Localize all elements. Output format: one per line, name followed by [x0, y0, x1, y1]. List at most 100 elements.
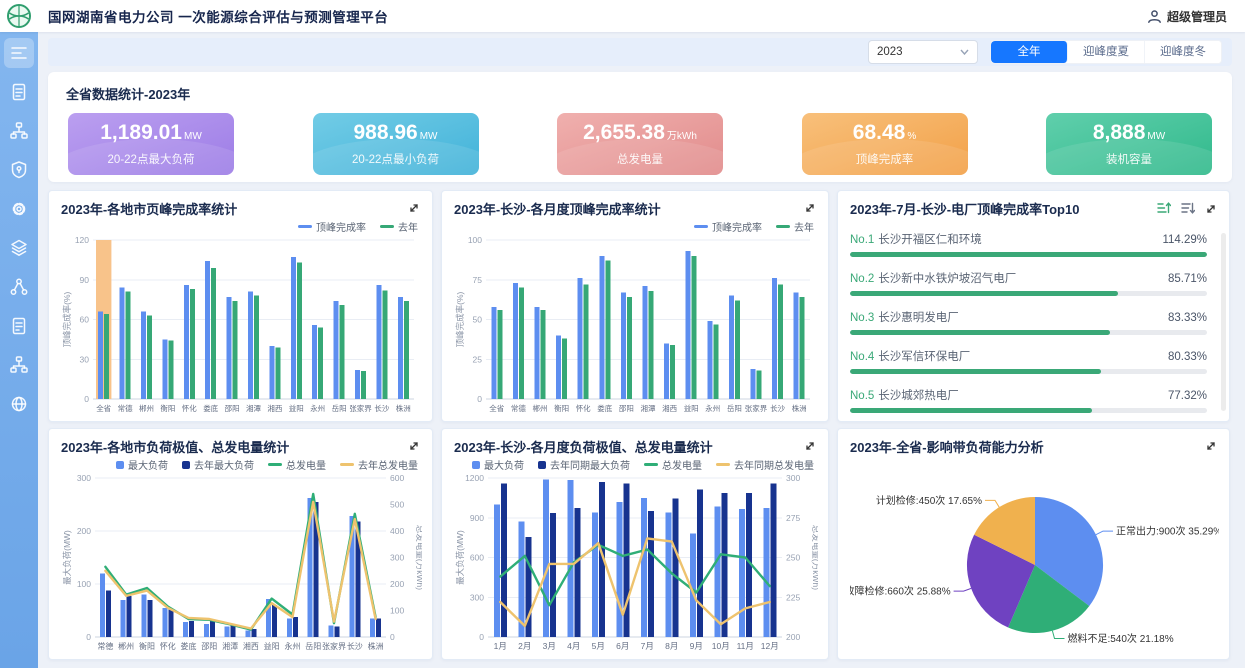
sidebar-item-document[interactable] — [4, 77, 34, 107]
legend-label: 最大负荷 — [128, 457, 168, 472]
legend-item[interactable]: 去年总发电量 — [340, 457, 418, 472]
chevron-down-icon — [960, 49, 969, 55]
svg-text:常德: 常德 — [97, 641, 113, 651]
expand-icon[interactable] — [1205, 202, 1217, 220]
svg-text:张家界: 张家界 — [349, 403, 372, 413]
top10-rank: No.5 — [850, 390, 874, 402]
stat-unit: MW — [184, 131, 202, 142]
season-tab-0[interactable]: 全年 — [991, 41, 1068, 63]
svg-text:3月: 3月 — [543, 641, 556, 651]
sort-ascending-icon[interactable] — [1157, 201, 1171, 220]
sort-descending-icon[interactable] — [1181, 201, 1195, 220]
chart-title: 2023年-各地市页峰完成率统计 — [61, 199, 420, 218]
top10-plant-name: 长沙军信环保电厂 — [878, 348, 1168, 364]
svg-text:岳阳: 岳阳 — [727, 403, 742, 413]
sidebar-item-report[interactable] — [4, 311, 34, 341]
report-icon — [8, 315, 30, 337]
legend-marker — [644, 463, 658, 466]
legend-item[interactable]: 总发电量 — [644, 457, 702, 472]
combo-chart-city-load: 0100200300常德郴州衡阳怀化娄底邵阳湘潭湘西益阳永州岳阳张家界长沙株洲最… — [61, 472, 420, 657]
stat-label: 总发电量 — [557, 151, 723, 167]
app-header: 国网湖南省电力公司 一次能源综合评估与预测管理平台 超级管理员 — [0, 0, 1245, 32]
legend-label: 顶峰完成率 — [712, 219, 762, 234]
stat-label: 20-22点最大负荷 — [68, 151, 234, 167]
sitemap-icon — [8, 120, 30, 142]
legend-item[interactable]: 最大负荷 — [472, 457, 524, 472]
page-title: 国网湖南省电力公司 一次能源综合评估与预测管理平台 — [48, 6, 388, 26]
legend-marker — [268, 463, 282, 466]
svg-text:常德: 常德 — [511, 403, 526, 413]
top10-percent: 77.32% — [1168, 390, 1207, 402]
stat-card-4: 8,888MW装机容量 — [1046, 113, 1212, 175]
sidebar-nav — [0, 32, 38, 668]
user-menu[interactable]: 超级管理员 — [1147, 8, 1227, 25]
legend-item[interactable]: 去年同期最大负荷 — [538, 457, 630, 472]
chart-title: 2023年-长沙-各月度顶峰完成率统计 — [454, 199, 816, 218]
scrollbar[interactable] — [1221, 233, 1226, 411]
svg-text:长沙: 长沙 — [374, 403, 389, 413]
sidebar-item-shield[interactable] — [4, 155, 34, 185]
expand-icon[interactable] — [804, 439, 816, 457]
svg-text:计划检修:450次 17.65%: 计划检修:450次 17.65% — [876, 494, 982, 507]
legend-item[interactable]: 最大负荷 — [116, 457, 168, 472]
svg-text:4月: 4月 — [567, 641, 580, 651]
legend-item[interactable]: 顶峰完成率 — [694, 219, 762, 234]
legend-item[interactable]: 总发电量 — [268, 457, 326, 472]
top10-card: 2023年-7月-长沙-电厂顶峰完成率Top10 No.1长沙开福区仁和环境11… — [837, 190, 1230, 422]
legend-item[interactable]: 顶峰完成率 — [298, 219, 366, 234]
svg-text:长沙: 长沙 — [770, 403, 786, 413]
sidebar-item-menu[interactable] — [4, 38, 34, 68]
sidebar-item-globe[interactable] — [4, 389, 34, 419]
svg-text:7月: 7月 — [641, 641, 654, 651]
svg-text:邵阳: 邵阳 — [201, 642, 217, 651]
sidebar-item-layers[interactable] — [4, 233, 34, 263]
expand-icon[interactable] — [408, 439, 420, 457]
svg-text:娄底: 娄底 — [181, 641, 197, 651]
pie-card: 2023年-全省-影响带负荷能力分析 正常出力:900次 35.29%燃料不足:… — [837, 428, 1230, 660]
svg-text:永州: 永州 — [310, 403, 325, 413]
legend-marker — [298, 225, 312, 228]
bar-chart-city-peak: 0306090120全省常德郴州衡阳怀化娄底邵阳湘潭湘西益阳永州岳阳张家界长沙株… — [61, 234, 420, 419]
user-icon — [1147, 9, 1162, 24]
top10-progress-fill — [850, 252, 1207, 257]
legend-marker — [716, 463, 730, 466]
top10-progress-track — [850, 291, 1207, 296]
top10-row-5: No.5长沙城郊热电厂77.32% — [850, 387, 1207, 413]
svg-text:500: 500 — [390, 500, 404, 510]
svg-text:0: 0 — [477, 394, 482, 404]
top10-percent: 83.33% — [1168, 312, 1207, 324]
sidebar-item-sitemap[interactable] — [4, 116, 34, 146]
legend-item[interactable]: 去年最大负荷 — [182, 457, 254, 472]
season-tab-1[interactable]: 迎峰度夏 — [1068, 41, 1145, 63]
stat-unit: % — [907, 131, 916, 142]
svg-text:益阳: 益阳 — [684, 403, 699, 413]
expand-icon[interactable] — [804, 201, 816, 219]
top10-percent: 114.29% — [1162, 234, 1207, 246]
share-nodes-icon — [8, 276, 30, 298]
svg-text:郴州: 郴州 — [118, 642, 134, 651]
chart-card-city-load: 2023年-各地市负荷极值、总发电量统计 最大负荷去年最大负荷总发电量去年总发电… — [48, 428, 433, 660]
legend-label: 去年 — [794, 219, 814, 234]
top10-rank: No.3 — [850, 312, 874, 324]
pie-chart-capacity: 正常出力:900次 35.29%燃料不足:540次 21.18%故障检修:660… — [850, 460, 1217, 665]
svg-text:株洲: 株洲 — [368, 641, 384, 651]
stats-section-title: 全省数据统计-2023年 — [66, 84, 1214, 103]
chart-card-month-peak: 2023年-长沙-各月度顶峰完成率统计 顶峰完成率去年 0255075100全省… — [441, 190, 829, 422]
legend-item[interactable]: 去年 — [776, 219, 814, 234]
sidebar-item-share-nodes[interactable] — [4, 272, 34, 302]
year-select[interactable]: 2023 — [868, 40, 978, 64]
svg-text:30: 30 — [80, 354, 90, 364]
top10-progress-track — [850, 252, 1207, 257]
svg-text:永州: 永州 — [284, 641, 300, 651]
expand-icon[interactable] — [408, 201, 420, 219]
sidebar-item-org[interactable] — [4, 350, 34, 380]
shield-icon — [8, 159, 30, 181]
svg-text:常德: 常德 — [118, 403, 133, 413]
expand-icon[interactable] — [1205, 439, 1217, 457]
legend-label: 顶峰完成率 — [316, 219, 366, 234]
legend-item[interactable]: 去年同期总发电量 — [716, 457, 814, 472]
season-tab-2[interactable]: 迎峰度冬 — [1145, 41, 1221, 63]
legend-item[interactable]: 去年 — [380, 219, 418, 234]
sidebar-item-gear[interactable] — [4, 194, 34, 224]
year-select-value: 2023 — [877, 46, 903, 58]
